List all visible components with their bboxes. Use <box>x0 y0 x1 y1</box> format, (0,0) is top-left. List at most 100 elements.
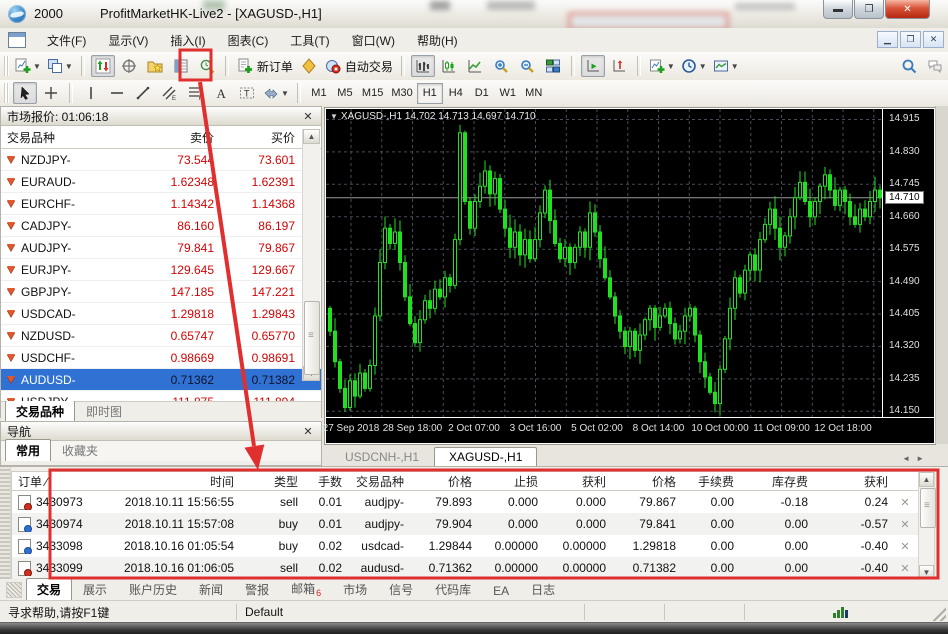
orders-column-12[interactable]: 获利 <box>814 473 894 490</box>
orders-column-7[interactable]: 止损 <box>478 473 544 490</box>
timeframe-m15-button[interactable]: M15 <box>358 83 387 104</box>
data-window-button[interactable] <box>117 55 141 77</box>
terminal-tab-代码库[interactable]: 代码库 <box>424 578 482 601</box>
trendline-button[interactable] <box>131 82 155 104</box>
terminal-tab-信号[interactable]: 信号 <box>378 578 424 601</box>
label-button[interactable]: T <box>235 82 259 104</box>
market-watch-scrollbar[interactable]: ▲ ▼ <box>302 129 320 381</box>
chevron-down-icon[interactable]: ▼ <box>65 62 73 71</box>
orders-column-5[interactable]: 交易品种 <box>348 473 410 490</box>
terminal-tab-日志[interactable]: 日志 <box>520 578 566 601</box>
auto-scroll-button[interactable] <box>580 55 605 77</box>
fibonacci-button[interactable]: F <box>183 82 207 104</box>
terminal-tab-交易[interactable]: 交易 <box>26 578 73 601</box>
order-row-3433099[interactable]: 3433099 2018.10.16 01:06:05 sell 0.02 audusd… <box>12 557 918 579</box>
menu-item-6[interactable]: 窗口(W) <box>341 31 406 51</box>
crosshair-button[interactable] <box>39 82 63 104</box>
orders-column-9[interactable]: 价格 <box>612 473 682 490</box>
chevron-down-icon[interactable]: ▼ <box>667 62 675 71</box>
child-restore-button[interactable]: ❐ <box>900 31 921 48</box>
menu-item-5[interactable]: 工具(T) <box>279 31 340 51</box>
market-watch-row-audusd[interactable]: AUDUSD- 0.71362 0.71382 <box>1 369 321 391</box>
time-axis[interactable]: 27 Sep 2018 28 Sep 18:00 2 Oct 07:00 3 Oct … <box>323 417 934 443</box>
chevron-down-icon[interactable]: ▼ <box>281 89 289 98</box>
shapes-button[interactable]: ▼ <box>261 82 291 104</box>
search-button[interactable] <box>897 55 921 77</box>
market-watch-row-nzdjpy[interactable]: NZDJPY- 73.544 73.601 <box>1 149 321 171</box>
navigator-close-icon[interactable]: ✕ <box>301 425 315 438</box>
timeframe-h1-button[interactable]: H1 <box>416 82 443 104</box>
chart-shift-button[interactable] <box>607 55 631 77</box>
orders-column-3[interactable]: 类型 <box>240 473 304 490</box>
timeframe-m30-button[interactable]: M30 <box>387 83 416 104</box>
scroll-up-icon[interactable]: ▲ <box>303 129 320 144</box>
terminal-tab-展示[interactable]: 展示 <box>72 578 118 601</box>
close-order-button[interactable]: ✕ <box>894 562 916 575</box>
zoom-in-button[interactable] <box>489 55 513 77</box>
timeframe-m5-button[interactable]: M5 <box>332 83 358 104</box>
line-chart-button[interactable] <box>463 55 487 77</box>
market-watch-row-usdcad[interactable]: USDCAD- 1.29818 1.29843 <box>1 303 321 325</box>
menu-item-3[interactable]: 插入(I) <box>159 31 216 51</box>
new-order-button[interactable]: 新订单 <box>235 55 295 77</box>
timeframe-w1-button[interactable]: W1 <box>495 83 521 104</box>
hline-button[interactable] <box>105 82 129 104</box>
column-symbol[interactable]: 交易品种 <box>1 129 141 146</box>
close-order-button[interactable]: ✕ <box>894 518 916 531</box>
chat-button[interactable] <box>923 55 947 77</box>
market-watch-row-euraud[interactable]: EURAUD- 1.62348 1.62391 <box>1 171 321 193</box>
navigator-tab[interactable]: 常用 <box>5 439 52 461</box>
tab-scroll-arrows[interactable]: ◄► <box>902 454 930 463</box>
navigator-button[interactable] <box>143 55 167 77</box>
menu-item-7[interactable]: 帮助(H) <box>406 31 469 51</box>
chart-system-icon[interactable] <box>8 32 26 48</box>
status-profile[interactable]: Default <box>237 604 585 620</box>
order-row-3430973[interactable]: 3430973 2018.10.11 15:56:55 sell 0.01 audjpy… <box>12 491 918 513</box>
scroll-thumb[interactable] <box>304 301 320 375</box>
scroll-thumb[interactable] <box>920 488 936 528</box>
market-watch-header[interactable]: 交易品种 卖价 买价 <box>1 126 321 149</box>
orders-column-4[interactable]: 手数 <box>304 473 348 490</box>
market-watch-tab[interactable]: 即时图 <box>75 400 133 422</box>
market-watch-row-eurjpy[interactable]: EURJPY- 129.645 129.667 <box>1 259 321 281</box>
market-watch-row-audjpy[interactable]: AUDJPY- 79.841 79.867 <box>1 237 321 259</box>
close-order-button[interactable]: ✕ <box>894 496 916 509</box>
market-watch-close-icon[interactable]: ✕ <box>301 110 315 123</box>
price-axis[interactable]: 14.915 14.830 14.745 14.660 14.575 14.490 14.4… <box>883 109 934 417</box>
market-watch-button[interactable] <box>90 55 115 77</box>
new-chart-button[interactable]: ▼ <box>13 55 43 77</box>
cursor-button[interactable] <box>13 82 37 104</box>
column-bid[interactable]: 卖价 <box>141 129 222 146</box>
terminal-tab-新闻[interactable]: 新闻 <box>188 578 234 601</box>
terminal-button[interactable] <box>169 55 193 77</box>
zoom-out-button[interactable] <box>515 55 539 77</box>
chart-tab[interactable]: USDCNH-,H1 <box>330 447 434 466</box>
indicators-button[interactable]: ▼ <box>647 55 677 77</box>
terminal-tab-市场[interactable]: 市场 <box>332 578 378 601</box>
chevron-down-icon[interactable]: ▼ <box>731 62 739 71</box>
candlestick-button[interactable] <box>437 55 461 77</box>
tile-windows-button[interactable] <box>541 55 565 77</box>
orders-table-header[interactable]: 订单 ∕ 时间 类型 手数 交易品种 价格 止损 获利 价格 手续费 库存费 获利 <box>12 472 918 491</box>
terminal-tab-EA[interactable]: EA <box>482 581 520 601</box>
market-watch-row-gbpjpy[interactable]: GBPJPY- 147.185 147.221 <box>1 281 321 303</box>
navigator-tab[interactable]: 收藏夹 <box>51 439 109 461</box>
restore-button[interactable]: ❐ <box>854 0 884 19</box>
market-watch-row-nzdusd[interactable]: NZDUSD- 0.65747 0.65770 <box>1 325 321 347</box>
channel-button[interactable]: E <box>157 82 181 104</box>
chevron-down-icon[interactable]: ▼ <box>33 62 41 71</box>
chevron-down-icon[interactable]: ▼ <box>699 62 707 71</box>
market-watch-row-usdchf[interactable]: USDCHF- 0.98669 0.98691 <box>1 347 321 369</box>
market-watch-titlebar[interactable]: 市场报价: 01:06:18 ✕ <box>1 107 321 126</box>
terminal-tab-账户历史[interactable]: 账户历史 <box>118 578 188 601</box>
metaeditor-button[interactable] <box>297 55 321 77</box>
orders-column-1[interactable]: 订单 ∕ <box>12 473 118 490</box>
bar-chart-button[interactable] <box>410 55 435 77</box>
profiles-button[interactable]: ▼ <box>45 55 75 77</box>
text-button[interactable]: A <box>209 82 233 104</box>
orders-column-2[interactable]: 时间 <box>118 473 240 490</box>
order-row-3430974[interactable]: 3430974 2018.10.11 15:57:08 buy 0.01 audjpy-… <box>12 513 918 535</box>
resize-grip[interactable] <box>930 605 946 621</box>
templates-button[interactable]: ▼ <box>711 55 741 77</box>
terminal-tab-邮箱[interactable]: 邮箱6 <box>280 577 332 601</box>
